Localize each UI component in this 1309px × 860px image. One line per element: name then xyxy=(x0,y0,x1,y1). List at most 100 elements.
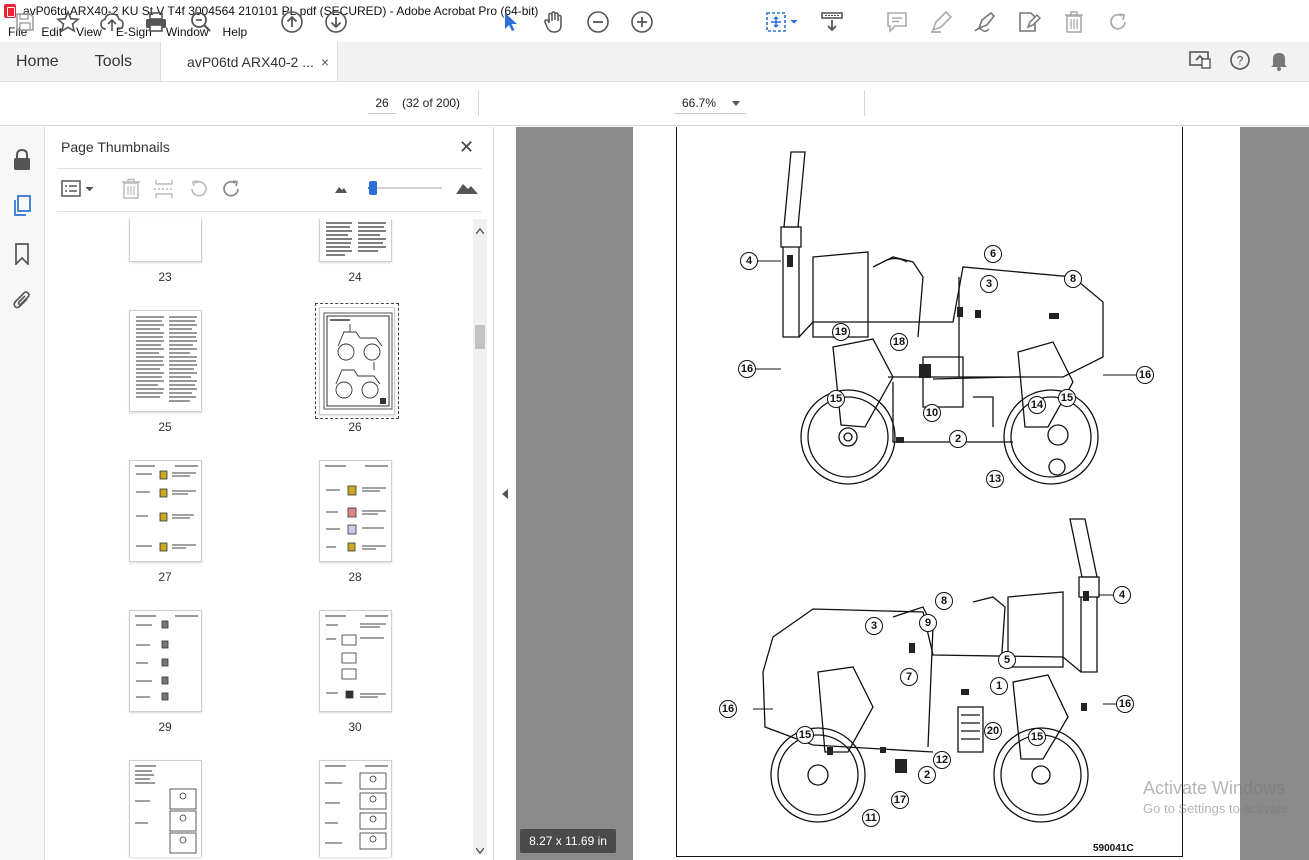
page-thumbnail-24[interactable] xyxy=(319,219,392,262)
upload-cloud-icon[interactable] xyxy=(100,10,124,34)
thumbnail-label: 23 xyxy=(158,270,172,284)
previous-page-icon[interactable] xyxy=(280,10,304,34)
thumbnail-size-slider[interactable] xyxy=(368,187,442,189)
callout-17: 17 xyxy=(891,791,909,809)
comment-icon[interactable] xyxy=(885,10,909,34)
fit-page-icon[interactable] xyxy=(764,10,800,34)
callout-13: 13 xyxy=(986,470,1004,488)
callout-10: 10 xyxy=(923,404,941,422)
large-thumbnail-mountain-icon xyxy=(455,179,479,198)
toolbar-divider xyxy=(478,90,479,116)
callout-18: 18 xyxy=(890,333,908,351)
select-cursor-icon[interactable] xyxy=(498,10,522,34)
callout-3: 3 xyxy=(980,275,998,293)
small-thumbnail-mountain-icon xyxy=(334,183,348,197)
callout-5: 5 xyxy=(998,651,1016,669)
panel-title: Page Thumbnails xyxy=(61,139,170,155)
page-size-indicator: 8.27 x 11.69 in xyxy=(520,829,616,853)
panel-collapse-gutter xyxy=(494,127,516,860)
callout-2: 2 xyxy=(918,766,936,784)
print-icon[interactable] xyxy=(144,10,168,34)
activate-windows-watermark: Activate Windows xyxy=(1143,778,1286,798)
page-thumbnails-icon[interactable] xyxy=(11,195,33,217)
page-thumbnail-32[interactable] xyxy=(319,760,392,857)
help-icon[interactable]: ? xyxy=(1229,49,1251,74)
scroll-up-arrow-icon[interactable] xyxy=(475,223,485,237)
thumbnail-label: 29 xyxy=(158,720,172,734)
callout-15: 15 xyxy=(1058,389,1076,407)
thumbnail-options-icon[interactable] xyxy=(61,179,97,202)
hand-tool-icon[interactable] xyxy=(542,10,566,34)
slider-thumb[interactable] xyxy=(369,181,377,195)
callout-19: 19 xyxy=(832,323,850,341)
fill-sign-icon[interactable] xyxy=(973,10,997,34)
callout-15: 15 xyxy=(827,390,845,408)
activate-windows-subtext: Go to Settings to activate xyxy=(1143,801,1289,816)
zoom-out-icon[interactable] xyxy=(586,10,610,34)
thumbnail-label: 30 xyxy=(348,720,362,734)
next-page-icon[interactable] xyxy=(324,10,348,34)
close-panel-icon[interactable]: ✕ xyxy=(459,137,474,158)
callout-16: 16 xyxy=(1136,366,1154,384)
bookmark-star-icon[interactable] xyxy=(56,10,80,34)
collapse-panel-arrow-icon[interactable] xyxy=(501,488,509,502)
redo-icon[interactable] xyxy=(1106,10,1130,34)
callout-20: 20 xyxy=(984,722,1002,740)
page-thumbnail-28[interactable] xyxy=(319,460,392,562)
delete-page-icon[interactable] xyxy=(121,178,141,203)
scroll-down-arrow-icon[interactable] xyxy=(475,843,485,857)
callout-3: 3 xyxy=(865,617,883,635)
page-thumbnail-27[interactable] xyxy=(129,460,202,562)
page-count-label: (32 of 200) xyxy=(402,96,461,110)
tab-document-label: avP06td ARX40-2 ... xyxy=(187,53,314,70)
extract-pages-icon[interactable] xyxy=(153,178,175,203)
tab-document[interactable]: avP06td ARX40-2 ... × xyxy=(160,42,339,81)
scrollbar-thumb[interactable] xyxy=(475,325,485,349)
document-viewport[interactable]: 4 6 3 8 19 18 16 16 15 10 2 14 15 13 4 8… xyxy=(516,127,1309,860)
notifications-bell-icon[interactable] xyxy=(1269,49,1289,74)
toolbar-divider xyxy=(864,90,865,116)
zoom-level-select[interactable]: 66.7% xyxy=(674,92,746,114)
tab-home[interactable]: Home xyxy=(0,42,75,81)
tab-tools[interactable]: Tools xyxy=(75,42,148,81)
zoom-in-icon[interactable] xyxy=(630,10,654,34)
pdf-page: 4 6 3 8 19 18 16 16 15 10 2 14 15 13 4 8… xyxy=(633,127,1240,860)
zoom-search-icon[interactable] xyxy=(189,10,213,34)
svg-text:?: ? xyxy=(1237,54,1244,68)
lock-icon[interactable] xyxy=(11,149,33,171)
rotate-right-icon[interactable] xyxy=(221,178,243,203)
bookmarks-icon[interactable] xyxy=(11,243,33,265)
rotate-left-icon[interactable] xyxy=(187,178,209,203)
scroll-mode-icon[interactable] xyxy=(820,10,844,34)
thumbnail-label: 24 xyxy=(348,270,362,284)
page-number-input[interactable]: 26 xyxy=(368,92,396,114)
page-thumbnail-26[interactable] xyxy=(315,303,399,419)
share-screen-icon[interactable] xyxy=(1189,50,1211,73)
page-thumbnail-30[interactable] xyxy=(319,610,392,712)
callout-6: 6 xyxy=(984,245,1002,263)
edit-pdf-icon[interactable] xyxy=(1017,10,1041,34)
callout-1: 1 xyxy=(990,677,1008,695)
callout-4: 4 xyxy=(740,252,758,270)
callout-8: 8 xyxy=(1064,270,1082,288)
highlight-pen-icon[interactable] xyxy=(929,10,953,34)
page-thumbnail-23[interactable] xyxy=(129,219,202,262)
close-tab-icon[interactable]: × xyxy=(321,54,329,70)
navigation-rail xyxy=(0,127,45,860)
chevron-down-icon xyxy=(732,101,740,106)
menu-help[interactable]: Help xyxy=(223,25,248,39)
save-icon[interactable] xyxy=(13,10,37,34)
attachments-paperclip-icon[interactable] xyxy=(11,289,33,311)
page-thumbnail-31[interactable] xyxy=(129,760,202,857)
page-thumbnail-25[interactable] xyxy=(129,310,202,412)
callout-9: 9 xyxy=(919,614,937,632)
thumbnails-scrollbar[interactable] xyxy=(473,219,487,855)
page-thumbnail-29[interactable] xyxy=(129,610,202,712)
roller-illustration xyxy=(753,151,1136,823)
callout-11: 11 xyxy=(862,809,880,827)
thumbnail-label: 25 xyxy=(158,420,172,434)
delete-trash-icon[interactable] xyxy=(1062,10,1086,34)
page-thumbnails-panel: Page Thumbnails ✕ 23 24 25 26 27 28 29 3… xyxy=(45,127,494,860)
callout-16: 16 xyxy=(1116,695,1134,713)
main-toolbar xyxy=(0,82,1309,126)
